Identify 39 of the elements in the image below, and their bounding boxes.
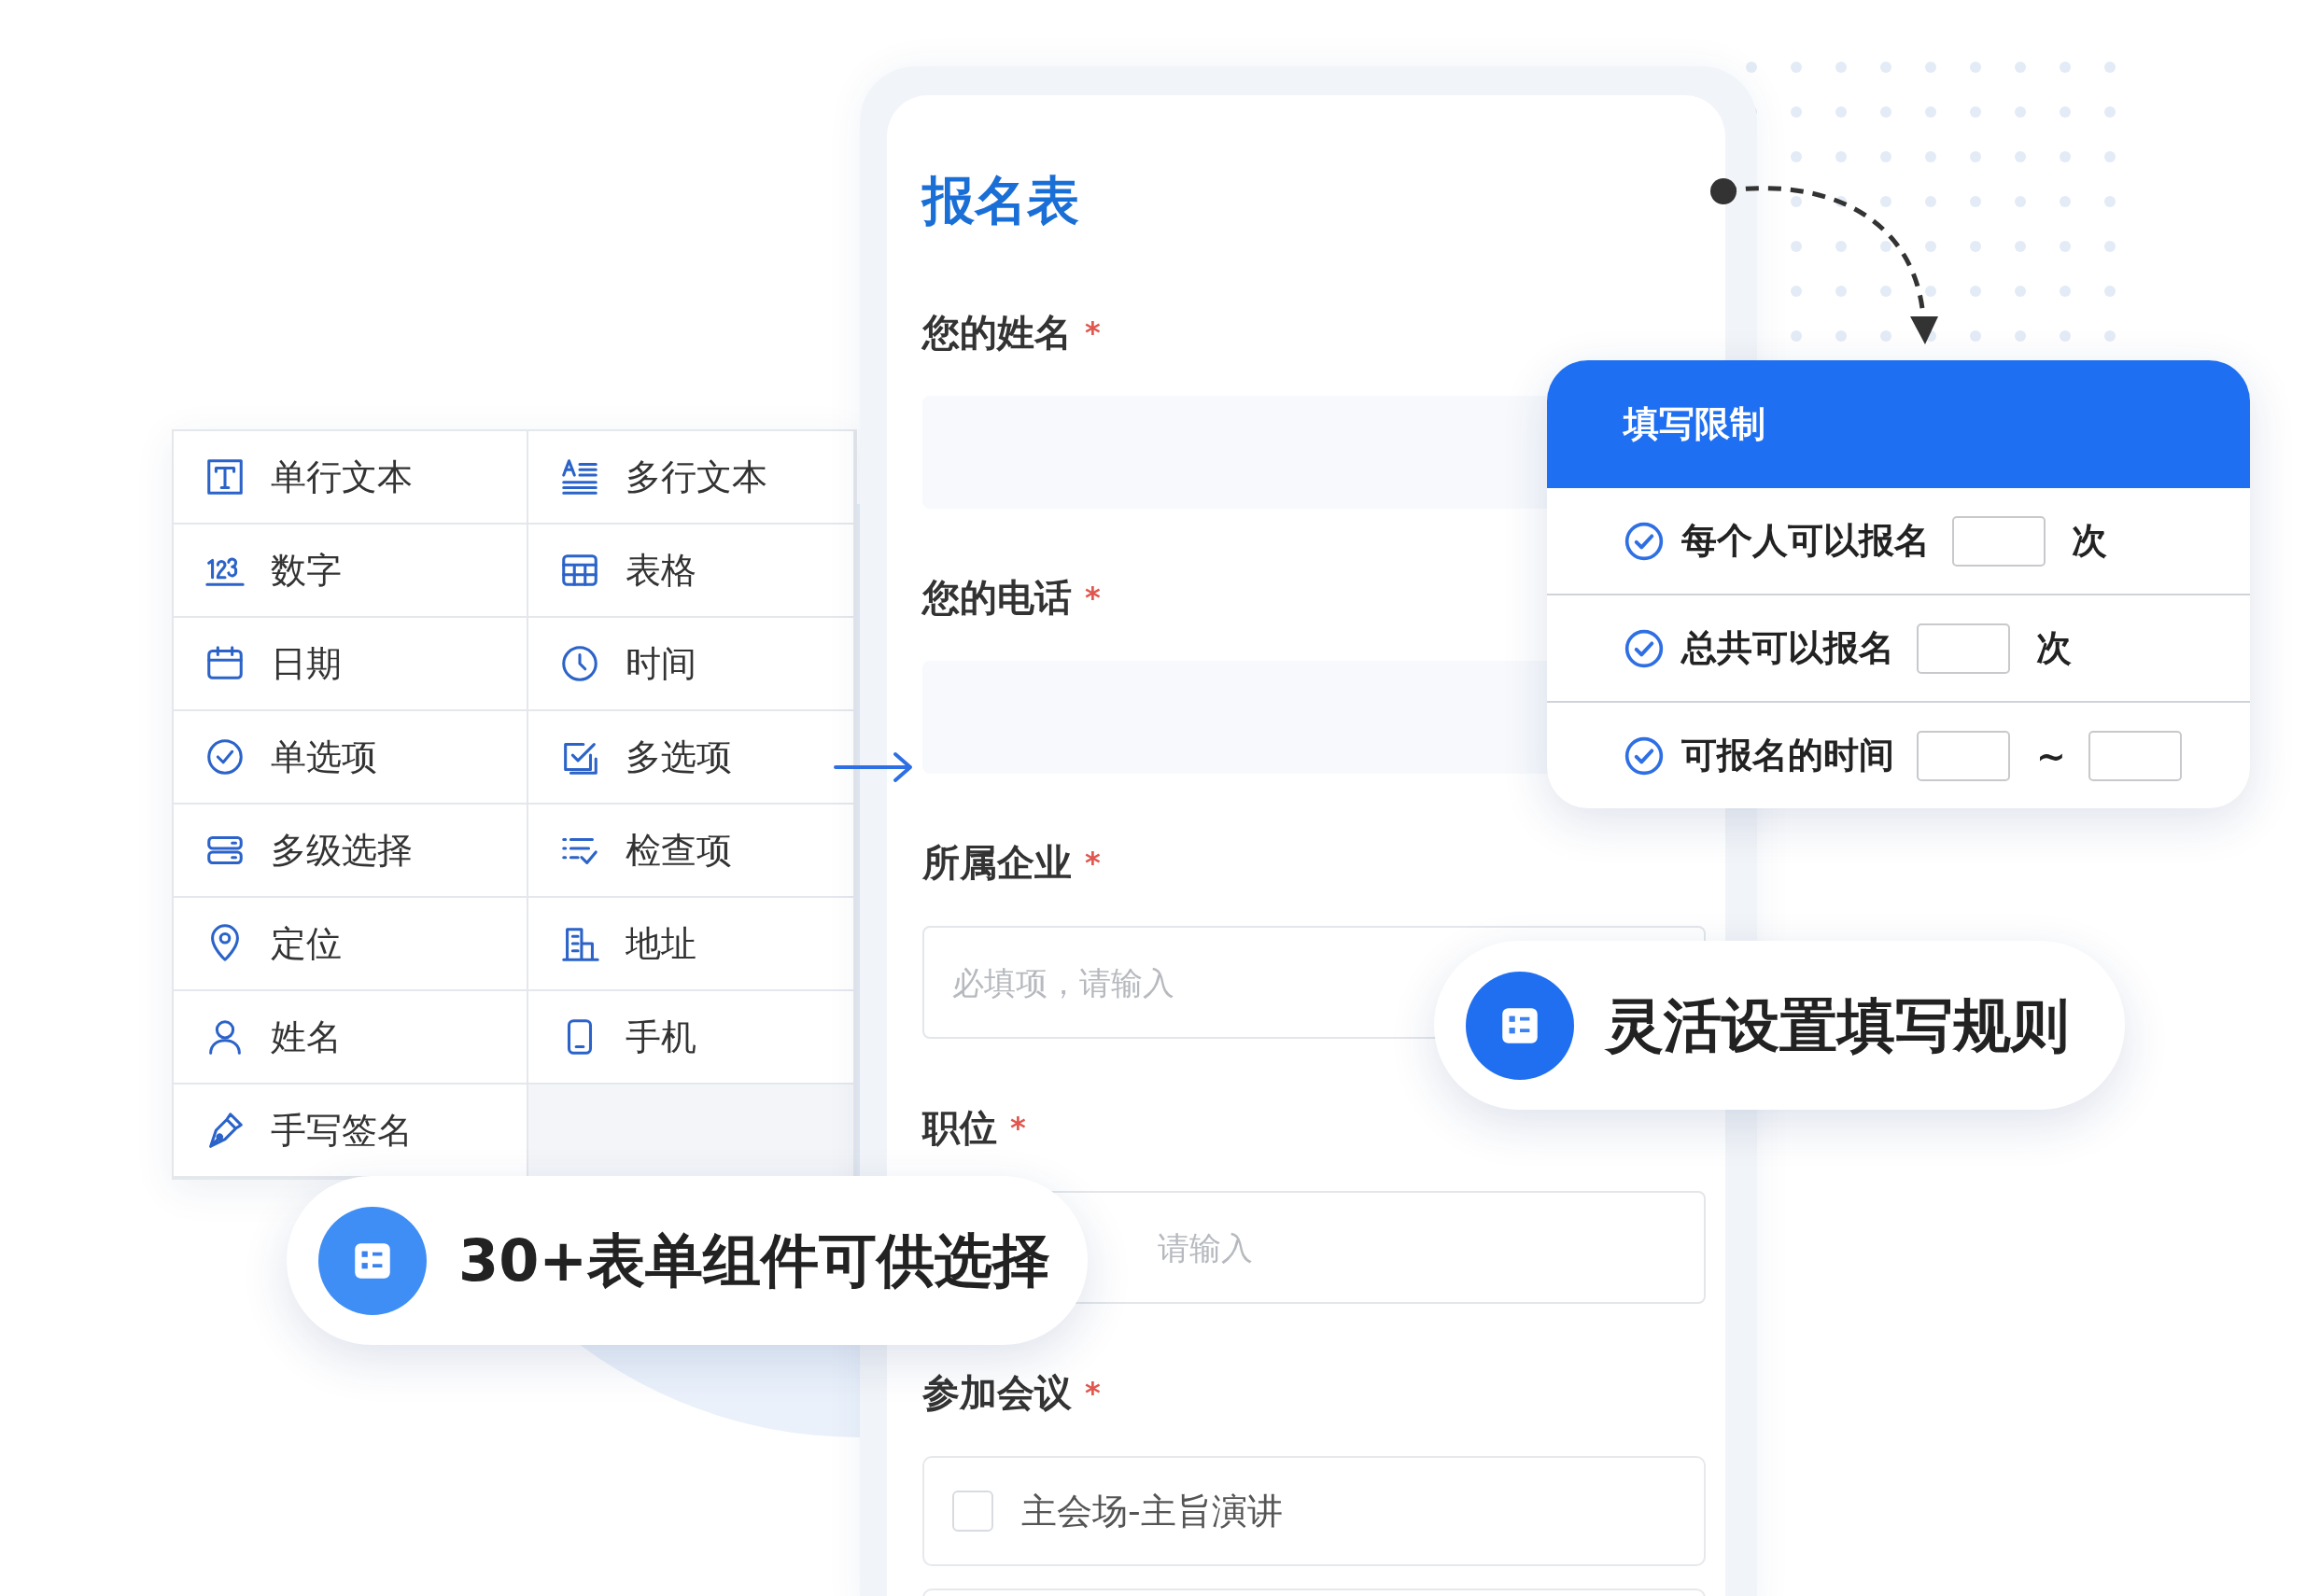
field-label: 您的姓名 — [922, 310, 1072, 356]
option-row[interactable]: 主会场-主旨演讲 — [922, 1456, 1706, 1566]
required-mark: * — [1085, 314, 1101, 352]
component-item[interactable]: 手写签名 — [174, 1085, 528, 1178]
form-title: 报名表 — [922, 169, 1080, 232]
field-label: 参加会议 — [922, 1370, 1072, 1416]
rule-label: 每个人可以报名 — [1681, 519, 1930, 563]
component-item[interactable]: 多选项 — [528, 711, 855, 805]
unit-label: 次 — [2036, 626, 2072, 670]
component-item[interactable]: 地址 — [528, 898, 855, 991]
rule-label: 可报名的时间 — [1681, 734, 1894, 777]
component-item[interactable]: 手机 — [528, 991, 855, 1085]
component-item[interactable]: 数字 — [174, 525, 528, 618]
component-item[interactable]: 姓名 — [174, 991, 528, 1085]
start-time-field[interactable] — [1917, 730, 2010, 781]
component-item[interactable]: 多行文本 — [528, 431, 855, 525]
rule-label: 总共可以报名 — [1681, 626, 1894, 670]
checkbox[interactable] — [952, 1491, 993, 1532]
number-field[interactable] — [1952, 515, 2046, 567]
component-item[interactable]: 检查项 — [528, 805, 855, 898]
range-separator: ~ — [2036, 735, 2066, 777]
end-time-field[interactable] — [2088, 730, 2182, 781]
required-mark: * — [1010, 1109, 1026, 1147]
field-label: 您的电话 — [922, 575, 1072, 621]
component-item[interactable]: 单行文本 — [174, 431, 528, 525]
component-item[interactable]: 时间 — [528, 618, 855, 711]
component-item[interactable]: 多级选择 — [174, 805, 528, 898]
component-item[interactable]: 定位 — [174, 898, 528, 991]
required-mark: * — [1085, 579, 1101, 617]
component-item[interactable]: 日期 — [174, 618, 528, 711]
component-item[interactable]: 单选项 — [174, 711, 528, 805]
field-label: 所属企业 — [922, 840, 1072, 886]
required-mark: * — [1085, 1374, 1101, 1412]
number-field[interactable] — [1917, 623, 2010, 674]
component-item[interactable]: 表格 — [528, 525, 855, 618]
required-mark: * — [1085, 844, 1101, 882]
card-header: 填写限制 — [1547, 360, 2250, 488]
field-label: 职位 — [922, 1105, 997, 1151]
unit-label: 次 — [2072, 519, 2107, 563]
